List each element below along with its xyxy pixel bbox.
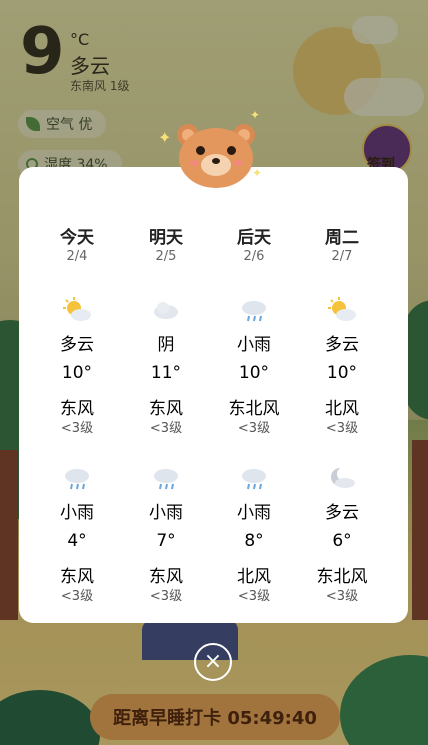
day-date: 2/5	[155, 249, 177, 264]
wind-direction-text: 东风	[149, 567, 183, 587]
light-rain-icon	[154, 469, 178, 490]
temperature-text: 6°	[332, 531, 352, 551]
wind-direction-text: 东风	[60, 399, 94, 419]
condition-text: 阴	[157, 335, 175, 355]
bear-blush	[233, 160, 243, 166]
partly-cloudy-icon	[328, 297, 356, 321]
bear-eye	[227, 146, 236, 155]
wind-direction-text: 东风	[60, 567, 94, 587]
temperature-text: 10°	[238, 363, 270, 383]
condition-text: 多云	[60, 335, 94, 355]
bear-nose	[212, 158, 220, 164]
wind-direction-text: 东风	[149, 399, 183, 419]
light-rain-icon	[242, 301, 266, 322]
temperature-text: 10°	[326, 363, 358, 383]
temperature-text: 10°	[61, 363, 93, 383]
sparkle-icon: ✦	[158, 128, 172, 147]
sparkle-icon: ✦	[252, 166, 263, 180]
condition-text: 多云	[325, 335, 359, 355]
wind-level-text: <3级	[60, 421, 94, 436]
condition-text: 小雨	[237, 335, 271, 355]
partly-cloudy-icon	[63, 297, 91, 321]
wind-direction-text: 北风	[325, 399, 359, 419]
temperature-text: 4°	[67, 531, 87, 551]
wind-direction-text: 东北风	[228, 399, 280, 419]
day-name: 后天	[237, 228, 271, 248]
bear-eye	[196, 146, 205, 155]
cloudy-icon	[154, 302, 178, 319]
wind-level-text: <3级	[325, 589, 359, 604]
condition-text: 小雨	[60, 503, 94, 523]
wind-level-text: <3级	[60, 589, 94, 604]
bear-blush	[189, 160, 199, 166]
condition-text: 小雨	[149, 503, 183, 523]
day-name: 周二	[325, 228, 359, 248]
temperature-text: 11°	[150, 363, 182, 383]
close-button[interactable]: ×	[194, 643, 232, 681]
light-rain-icon	[65, 469, 89, 490]
wind-level-text: <3级	[325, 421, 359, 436]
wind-level-text: <3级	[237, 589, 271, 604]
temperature-text: 8°	[244, 531, 264, 551]
sparkle-icon: ✦	[250, 108, 261, 122]
partly-cloudy-night-icon	[331, 467, 355, 488]
light-rain-icon	[242, 469, 266, 490]
day-name: 明天	[149, 228, 183, 248]
wind-direction-text: 北风	[237, 567, 271, 587]
condition-text: 多云	[325, 503, 359, 523]
wind-level-text: <3级	[149, 589, 183, 604]
day-date: 2/7	[331, 249, 353, 264]
forecast-modal: 今天 2/4 明天 2/5 后天 2/6 周二 2/7 多云 10° 东风 <3…	[19, 167, 408, 623]
day-date: 2/4	[66, 249, 88, 264]
day-date: 2/6	[243, 249, 265, 264]
condition-text: 小雨	[237, 503, 271, 523]
wind-direction-text: 东北风	[316, 567, 368, 587]
wind-level-text: <3级	[149, 421, 183, 436]
bear-mascot-icon	[175, 118, 257, 190]
day-name: 今天	[60, 228, 94, 248]
wind-level-text: <3级	[237, 421, 271, 436]
temperature-text: 7°	[156, 531, 176, 551]
